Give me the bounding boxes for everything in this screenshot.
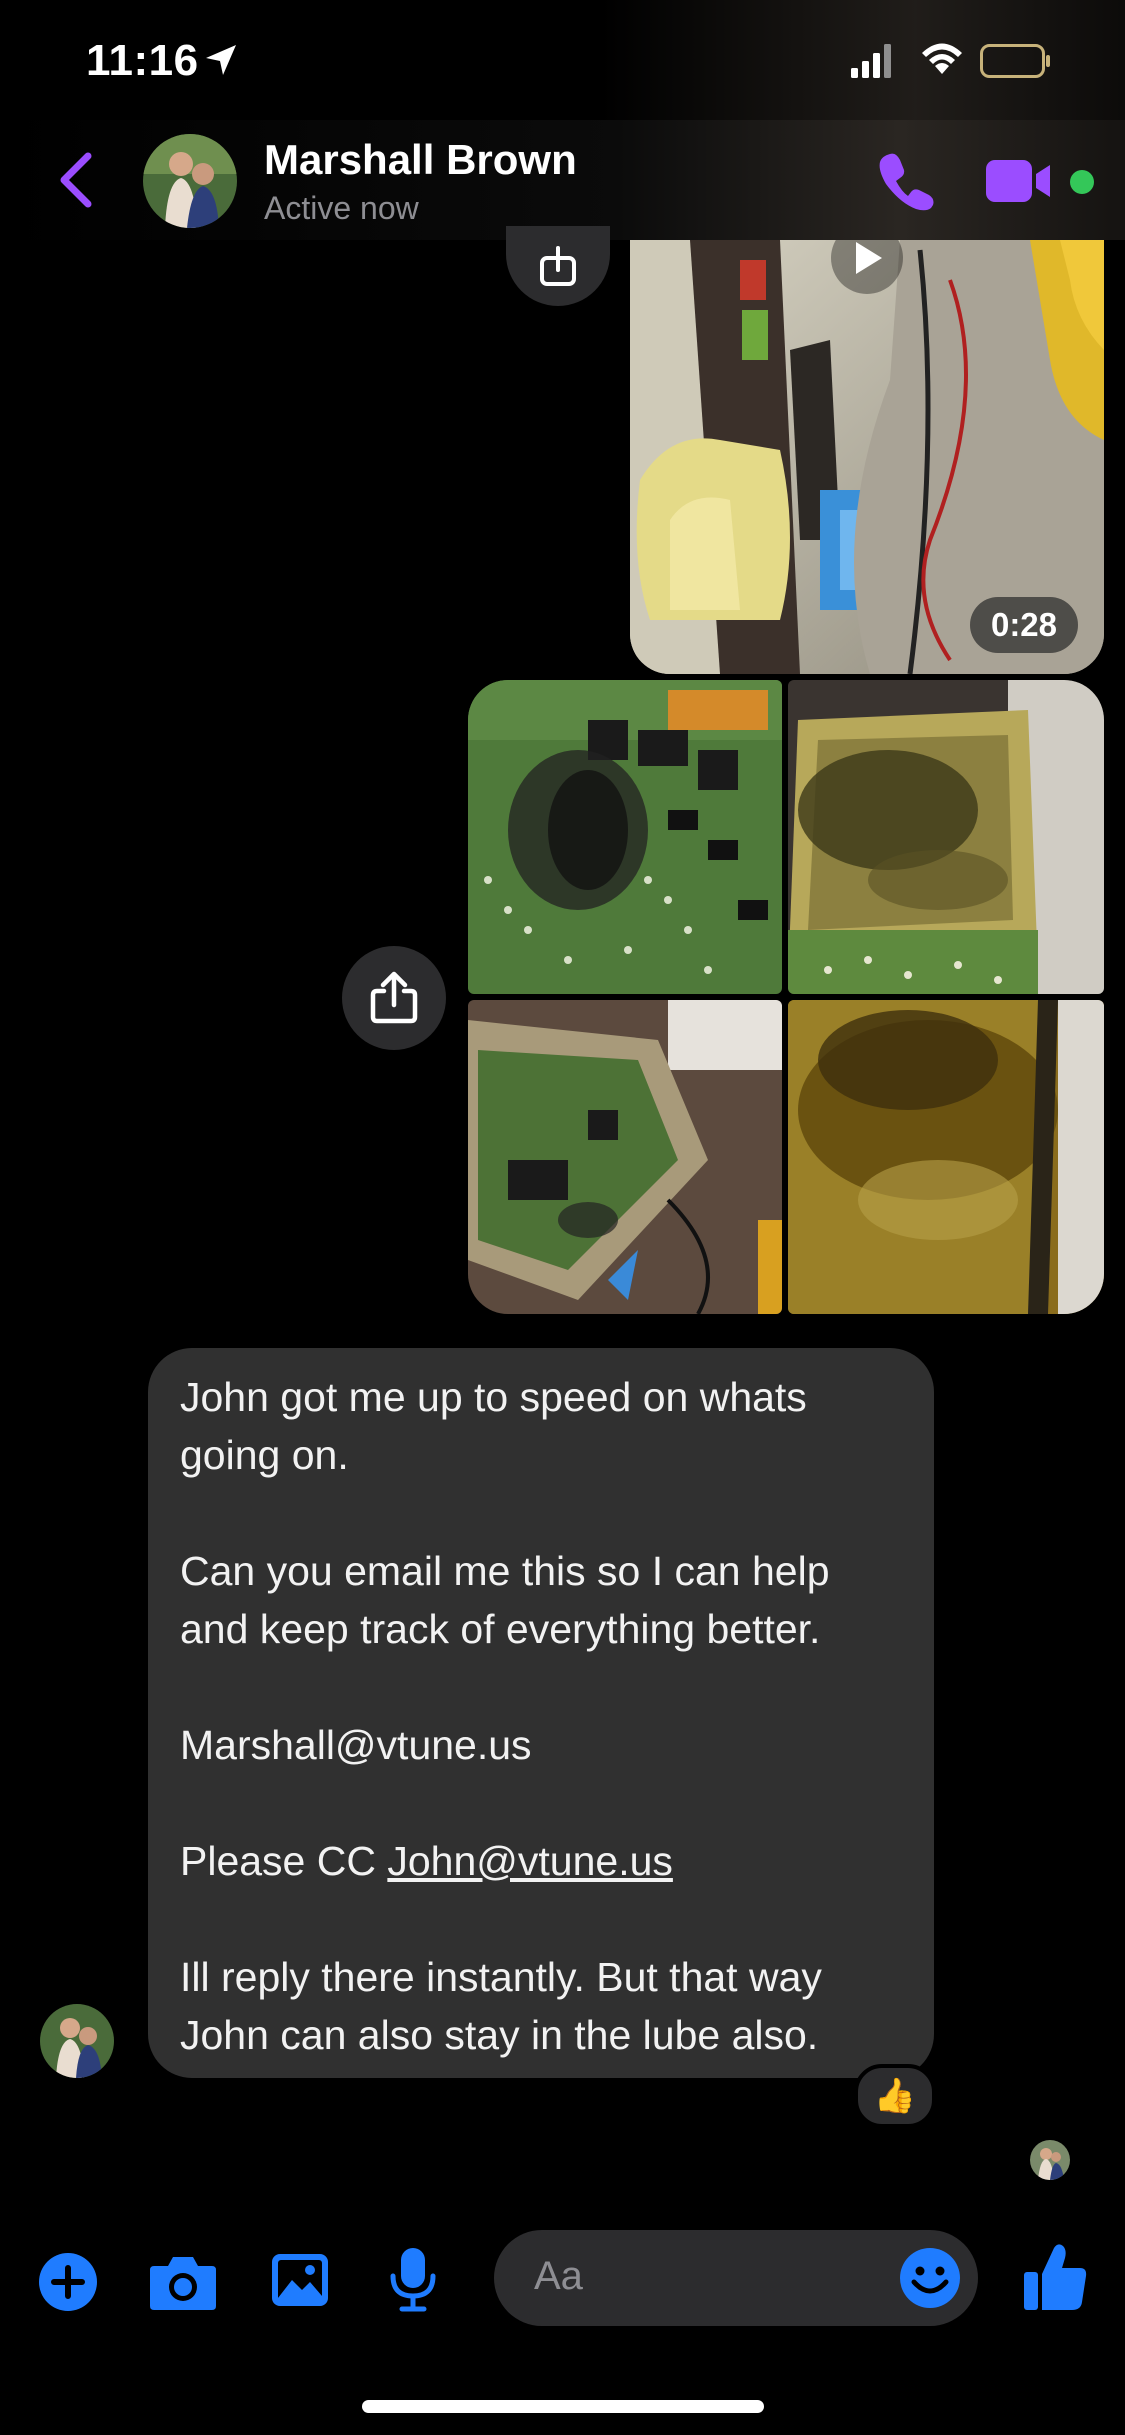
location-arrow-icon: [206, 45, 236, 75]
camera-icon[interactable]: [148, 2252, 218, 2312]
share-icon: [540, 246, 576, 286]
share-icon: [370, 971, 418, 1024]
cc-email-link[interactable]: John@vtune.us: [387, 1838, 673, 1884]
sender-avatar[interactable]: [40, 2004, 114, 2078]
gallery-icon[interactable]: [270, 2250, 330, 2310]
message-line: Can you email me this so I can help: [180, 1548, 830, 1594]
thumbs-up-reaction: 👍: [873, 2077, 917, 2115]
back-chevron-icon[interactable]: [56, 152, 96, 208]
reaction-badge[interactable]: 👍: [854, 2064, 936, 2128]
emoji-icon[interactable]: [898, 2246, 962, 2310]
message-line: John can also stay in the lube also.: [180, 2012, 819, 2058]
seen-receipt-avatar: [1030, 2140, 1070, 2180]
phone-call-icon[interactable]: [876, 150, 938, 212]
message-line: and keep track of everything better.: [180, 1606, 821, 1652]
photo-attachment-4[interactable]: [788, 1000, 1104, 1314]
contact-name[interactable]: Marshall Brown: [264, 136, 577, 184]
home-indicator: [362, 2400, 764, 2413]
microphone-icon[interactable]: [388, 2246, 438, 2312]
message-line: Ill reply there instantly. But that way: [180, 1954, 822, 2000]
active-status-dot: [1070, 170, 1094, 194]
message-line: Please CC John@vtune.us: [180, 1832, 673, 1890]
cellular-signal-icon: [851, 44, 891, 78]
message-email[interactable]: Marshall@vtune.us: [180, 1716, 532, 1774]
status-time: 11:16: [86, 36, 199, 85]
cc-text: Please CC: [180, 1838, 388, 1884]
share-button-video[interactable]: [506, 226, 610, 306]
add-icon[interactable]: [38, 2252, 98, 2312]
video-call-icon[interactable]: [986, 156, 1058, 206]
photo-attachment-1[interactable]: [468, 680, 782, 994]
battery-icon: [980, 44, 1050, 78]
contact-avatar[interactable]: [143, 134, 237, 228]
message-line: going on.: [180, 1432, 349, 1478]
photo-attachment-2[interactable]: [788, 680, 1104, 994]
wifi-icon: [922, 43, 962, 74]
message-line: John got me up to speed on whats: [180, 1374, 807, 1420]
message-input-placeholder: Aa: [534, 2254, 583, 2298]
contact-status: Active now: [264, 190, 419, 226]
photo-attachment-3[interactable]: [468, 1000, 782, 1314]
share-button-photos[interactable]: [342, 946, 446, 1050]
video-duration: 0:28: [990, 606, 1058, 643]
message-bubble[interactable]: John got me up to speed on whats going o…: [148, 1348, 934, 2078]
thumbs-up-icon[interactable]: [1022, 2242, 1088, 2312]
